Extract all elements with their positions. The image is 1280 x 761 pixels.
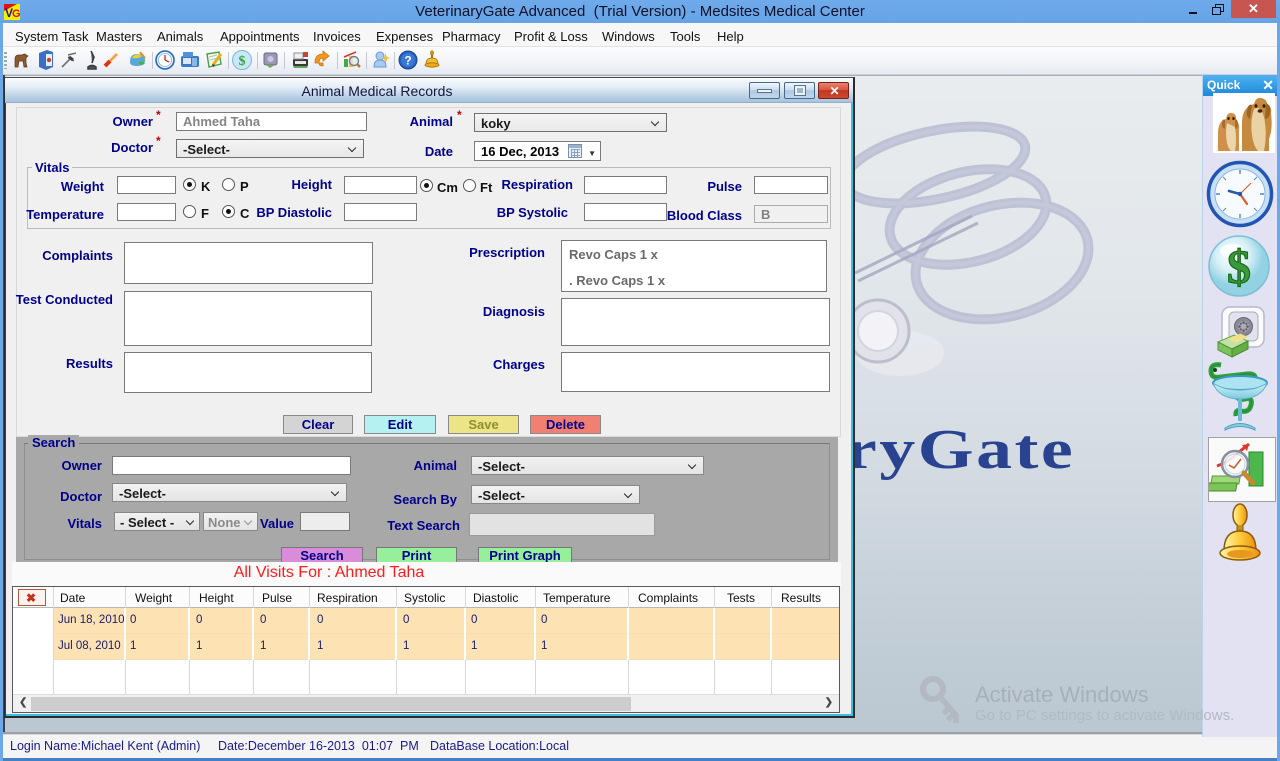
svg-text:$: $ (239, 54, 246, 69)
svg-text:?: ? (404, 54, 411, 68)
svg-text:$: $ (1227, 241, 1251, 294)
